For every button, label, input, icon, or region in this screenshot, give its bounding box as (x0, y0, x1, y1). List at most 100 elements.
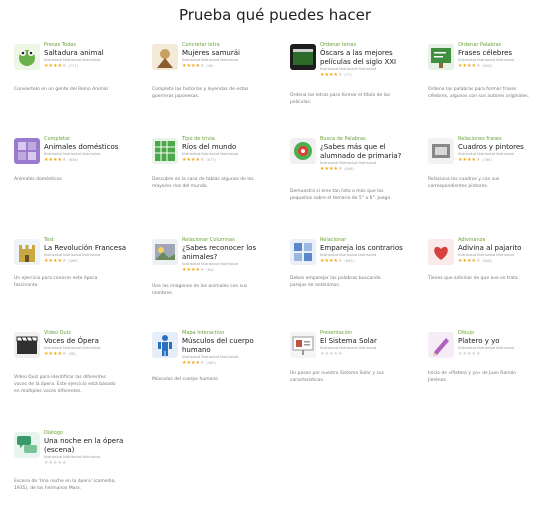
card-title[interactable]: Una noche en la ópera (escena) (44, 437, 146, 455)
rating-stars: ★★★★★ (466) (44, 258, 146, 264)
card-category[interactable]: Mapa Interactivo (182, 330, 284, 337)
pencil-icon[interactable] (428, 332, 454, 358)
star-icon: ★ (475, 351, 481, 357)
card-description: Músculos del cuerpo humano (152, 377, 218, 382)
star-icon: ★ (61, 157, 67, 163)
rating-count: (646) (344, 167, 354, 171)
rating-stars: ★★★★★ (677) (182, 157, 284, 163)
rating-stars: ★★★★★ (646) (458, 258, 550, 264)
card-info: Diálogo Una noche en la ópera (escena) N… (44, 430, 146, 466)
card-title[interactable]: ¿Sabes más que el alumnado de primaria? (320, 143, 422, 161)
card-title[interactable]: Músculos del cuerpo humano (182, 337, 284, 355)
card-title[interactable]: Saltadura animal (44, 49, 146, 58)
rating-stars: ★★★★★ (46) (182, 63, 284, 69)
rating-stars: ★★★★★ (96) (44, 351, 146, 357)
card-category[interactable]: Tipo de trivia (182, 136, 284, 143)
activity-grid: Presas Todas Saltadura animal Nutrisalud… (0, 0, 550, 514)
card-description: Conviertelo en un gente del Reino Animal (14, 87, 108, 92)
castle-icon[interactable] (14, 239, 40, 265)
card-category[interactable]: Completar (44, 136, 146, 143)
card-category[interactable]: Adivinanza (458, 237, 550, 244)
target-icon[interactable] (290, 138, 316, 164)
card-title[interactable]: Frases célebres (458, 49, 550, 58)
card-description: Debes emparejar las palabras buscando pa… (290, 276, 381, 288)
card-info: Adivinanza Adivina al pajarito Nutrisalu… (458, 237, 550, 264)
card-category[interactable]: Diálogo (44, 430, 146, 437)
star-icon: ★ (199, 360, 205, 366)
rating-stars: ★★★★★ (64) (182, 267, 284, 273)
body-map-icon[interactable] (152, 332, 178, 358)
rating-count: (46) (206, 64, 214, 68)
card-description: Demuestra si eres tan listo o más que lo… (290, 189, 391, 201)
bird-heart-icon[interactable] (428, 239, 454, 265)
card-description: Un paseo por nuestro Sistema Solar y sus… (290, 371, 384, 383)
rating-count: (64) (206, 268, 214, 272)
dialogue-icon[interactable] (14, 432, 40, 458)
animal-picture-icon[interactable] (152, 239, 178, 265)
card-title[interactable]: Animales domésticos (44, 143, 146, 152)
star-icon: ★ (475, 157, 481, 163)
card-info: Busca de Palabras ¿Sabes más que el alum… (320, 136, 422, 172)
painting-icon[interactable] (428, 138, 454, 164)
card-title[interactable]: Voces de Ópera (44, 337, 146, 346)
samurai-icon[interactable] (152, 44, 178, 70)
rating-count: (677) (206, 158, 216, 162)
card-description: Completa las historias y leyendas de est… (152, 87, 249, 99)
puzzle-icon[interactable] (290, 239, 316, 265)
card-title[interactable]: Ríos del mundo (182, 143, 284, 152)
card-title[interactable]: El Sistema Solar (320, 337, 422, 346)
card-title[interactable]: Platero y yo (458, 337, 550, 346)
card-category[interactable]: Video Quiz (44, 330, 146, 337)
card-description: Relaciona los cuadros y con sus correspo… (428, 177, 500, 189)
rating-count: (646) (482, 64, 492, 68)
presentation-icon[interactable] (290, 332, 316, 358)
card-description: Ordena las palabras para formar frases c… (428, 87, 530, 99)
card-info: Relaciones frases Cuadros y pintores Nut… (458, 136, 550, 163)
card-title[interactable]: Cuadros y pintores (458, 143, 550, 152)
card-category[interactable]: Relaciones frases (458, 136, 550, 143)
card-info: Ordenar letras Óscars a las mejores pelí… (320, 42, 422, 78)
rating-stars: ★★★★★ (458, 351, 550, 357)
rating-count: (77) (344, 73, 352, 77)
rating-stars: ★★★★★ (766) (458, 157, 550, 163)
card-category[interactable]: Relacionar (320, 237, 422, 244)
card-category[interactable]: Relacionar Columnas (182, 237, 284, 244)
rating-count: (777) (68, 64, 78, 68)
card-info: Test La Revolución Francesa Nutrisalud N… (44, 237, 146, 264)
rating-stars: ★★★★★ (636) (44, 157, 146, 163)
card-title[interactable]: La Revolución Francesa (44, 244, 146, 253)
star-icon: ★ (61, 258, 67, 264)
card-description: Ordena las letras para formar el título … (290, 93, 391, 105)
star-icon: ★ (199, 267, 205, 273)
green-frog-icon[interactable] (14, 44, 40, 70)
rating-stars: ★★★★★ (661) (320, 258, 422, 264)
card-category[interactable]: Dibujo (458, 330, 550, 337)
rating-stars: ★★★★★ (77) (320, 72, 422, 78)
star-icon: ★ (475, 258, 481, 264)
card-category[interactable]: Ordenar letras (320, 42, 422, 49)
card-category[interactable]: Concretar letra (182, 42, 284, 49)
map-grid-icon[interactable] (152, 138, 178, 164)
card-category[interactable]: Ordenar Palabras (458, 42, 550, 49)
pets-icon[interactable] (14, 138, 40, 164)
card-info: Dibujo Platero y yo Nutrisalud Nutrisalu… (458, 330, 550, 357)
card-title[interactable]: ¿Sabes reconocer los animales? (182, 244, 284, 262)
card-description: Animales domésticos (14, 177, 62, 182)
rating-stars: ★★★★★ (646) (320, 166, 422, 172)
card-title[interactable]: Mujeres samurái (182, 49, 284, 58)
rating-count: (460) (206, 361, 216, 365)
clapperboard-icon[interactable] (14, 332, 40, 358)
card-title[interactable]: Adivina al pajarito (458, 244, 550, 253)
chalkboard-icon[interactable] (428, 44, 454, 70)
card-category[interactable]: Test (44, 237, 146, 244)
card-info: Completar Animales domésticos Nutrisalud… (44, 136, 146, 163)
card-category[interactable]: Busca de Palabras (320, 136, 422, 143)
film-board-icon[interactable] (290, 44, 316, 70)
card-title[interactable]: Óscars a las mejores películas del siglo… (320, 49, 422, 67)
card-description: Une las imágenes de los animales con sus… (152, 284, 248, 296)
card-description: Inicio de «Platero y yo» de Juan Ramón J… (428, 371, 517, 383)
card-title[interactable]: Empareja los contrarios (320, 244, 422, 253)
card-category[interactable]: Presas Todas (44, 42, 146, 49)
rating-stars: ★★★★★ (320, 351, 422, 357)
card-category[interactable]: Presentación (320, 330, 422, 337)
